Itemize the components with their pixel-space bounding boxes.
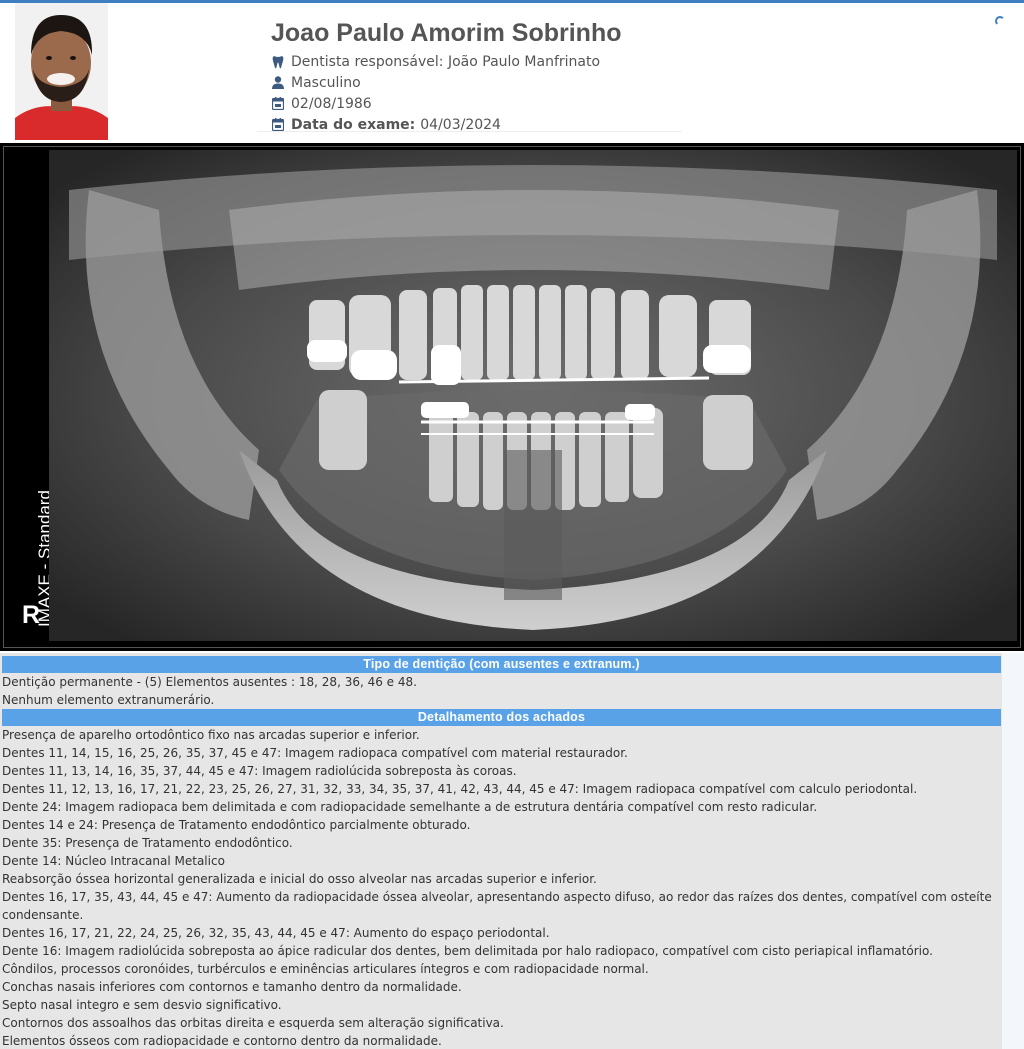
- report-line: Presença de aparelho ortodôntico fixo na…: [2, 728, 420, 742]
- report-line: Reabsorção óssea horizontal generalizada…: [2, 872, 597, 886]
- gender-text: Masculino: [291, 74, 361, 91]
- report-line: Dentes 16, 17, 35, 43, 44, 45 e 47: Aume…: [2, 890, 992, 922]
- calendar-icon: [271, 97, 285, 111]
- dentition-section-header: Tipo de dentição (com ausentes e extranu…: [2, 656, 1001, 673]
- patient-name: Joao Paulo Amorim Sobrinho: [271, 19, 622, 47]
- report-line: Dentes 11, 13, 14, 16, 35, 37, 44, 45 e …: [2, 764, 517, 778]
- birth-date: 02/08/1986: [291, 95, 372, 112]
- xray-panel: IMAXE - Standard R: [3, 146, 1021, 648]
- panoramic-xray-image: [49, 150, 1017, 641]
- patient-photo: [15, 3, 108, 140]
- user-icon: [271, 76, 285, 90]
- xray-viewer[interactable]: IMAXE - Standard R: [0, 143, 1024, 651]
- birth-row: 02/08/1986: [271, 93, 681, 114]
- report-line: Nenhum elemento extranumerário.: [2, 693, 215, 707]
- report-line: Dentição permanente - (5) Elementos ause…: [2, 675, 417, 689]
- report-line: Dente 16: Imagem radiolúcida sobreposta …: [2, 944, 933, 958]
- report-line: Dentes 11, 12, 13, 16, 17, 21, 22, 23, 2…: [2, 782, 918, 796]
- report-line: Dentes 14 e 24: Presença de Tratamento e…: [2, 818, 471, 832]
- report-line: Conchas nasais inferiores com contornos …: [2, 980, 462, 994]
- findings-section-body: Presença de aparelho ortodôntico fixo na…: [0, 726, 1002, 1049]
- report-line: Septo nasal integro e sem desvio signifi…: [2, 998, 282, 1012]
- report-line: Dente 24: Imagem radiopaca bem delimitad…: [2, 800, 818, 814]
- report-line: Dente 35: Presença de Tratamento endodôn…: [2, 836, 293, 850]
- top-accent-bar: [0, 0, 1024, 3]
- spinner-icon: [995, 16, 1005, 26]
- patient-info: Joao Paulo Amorim Sobrinho Dentista resp…: [271, 18, 681, 135]
- gender-row: Masculino: [271, 72, 681, 93]
- findings-report: Tipo de dentição (com ausentes e extranu…: [0, 653, 1024, 1049]
- report-line: Dentes 16, 17, 21, 22, 24, 25, 26, 32, 3…: [2, 926, 550, 940]
- tooth-icon: [271, 55, 285, 69]
- xray-orientation-mark: R: [22, 601, 41, 629]
- report-line: Elementos ósseos com radiopacidade e con…: [2, 1034, 442, 1048]
- report-line: Dente 14: Núcleo Intracanal Metalico: [2, 854, 225, 868]
- info-divider: [257, 131, 682, 132]
- dentist-text: Dentista responsável: João Paulo Manfrin…: [291, 53, 601, 70]
- dentition-section-body: Dentição permanente - (5) Elementos ause…: [0, 673, 1002, 709]
- calendar-icon: [271, 118, 285, 132]
- findings-section-header: Detalhamento dos achados: [2, 709, 1001, 726]
- dentist-row: Dentista responsável: João Paulo Manfrin…: [271, 51, 681, 72]
- report-line: Côndilos, processos coronóides, turbércu…: [2, 962, 649, 976]
- report-line: Contornos dos assoalhos das orbitas dire…: [2, 1016, 504, 1030]
- report-line: Dentes 11, 14, 15, 16, 25, 26, 35, 37, 4…: [2, 746, 628, 760]
